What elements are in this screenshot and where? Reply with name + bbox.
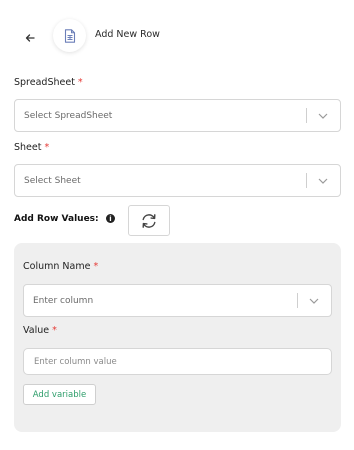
sheet-label-text: Sheet	[14, 142, 42, 153]
column-name-select[interactable]: Enter column	[23, 284, 332, 317]
sheet-select[interactable]: Select Sheet	[14, 164, 341, 197]
required-marker: *	[44, 142, 50, 153]
arrow-left-icon	[25, 34, 35, 42]
sheet-select-placeholder: Select Sheet	[24, 175, 81, 186]
spreadsheet-label: SpreadSheet *	[14, 77, 83, 88]
chevron-down-icon	[307, 294, 321, 308]
column-name-placeholder: Enter column	[33, 295, 94, 306]
spreadsheet-select-placeholder: Select SpreadSheet	[24, 110, 113, 121]
sheet-label: Sheet *	[14, 142, 49, 153]
refresh-icon	[142, 213, 156, 228]
header: Add New Row	[0, 0, 354, 72]
document-badge	[53, 19, 86, 52]
document-icon	[64, 28, 75, 43]
chevron-down-icon	[316, 174, 330, 188]
value-label-text: Value	[23, 325, 50, 336]
required-marker: *	[52, 325, 57, 336]
add-variable-button[interactable]: Add variable	[23, 384, 96, 405]
column-name-label: Column Name *	[23, 261, 98, 272]
column-value-input[interactable]: Enter column value	[23, 348, 332, 375]
required-marker: *	[77, 77, 83, 88]
column-value-placeholder: Enter column value	[34, 356, 117, 367]
select-divider	[306, 173, 307, 188]
spreadsheet-select[interactable]: Select SpreadSheet	[14, 99, 341, 132]
required-marker: *	[93, 261, 99, 272]
page-title: Add New Row	[95, 29, 160, 40]
add-row-values-label: Add Row Values:	[14, 214, 99, 224]
chevron-down-icon	[316, 109, 330, 123]
spreadsheet-label-text: SpreadSheet	[14, 77, 75, 88]
column-name-label-text: Column Name	[23, 261, 91, 272]
select-divider	[306, 108, 307, 123]
value-label: Value *	[23, 325, 57, 336]
back-button[interactable]	[20, 28, 40, 48]
select-divider	[297, 293, 298, 308]
info-icon[interactable]: i	[106, 214, 115, 223]
refresh-button[interactable]	[128, 205, 170, 236]
